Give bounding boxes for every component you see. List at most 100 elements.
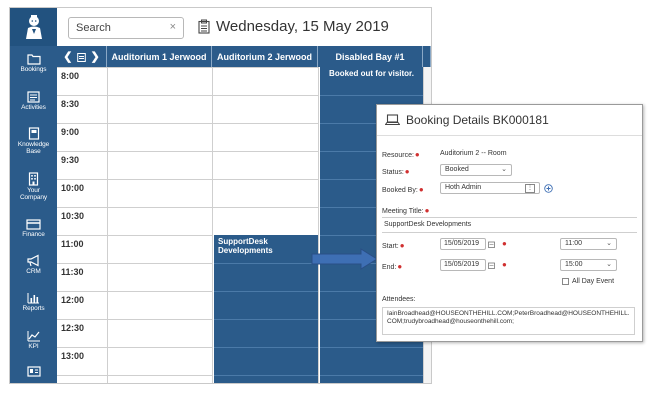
grid-cell[interactable] [108, 207, 212, 235]
booking-slot [320, 375, 423, 383]
time-slot [57, 375, 107, 383]
end-time-select[interactable]: 15:00 ⌄ [560, 259, 617, 271]
line-chart-icon [27, 331, 40, 342]
grid-cell[interactable] [108, 67, 212, 95]
sidebar-item-reports[interactable]: Reports [10, 292, 57, 312]
megaphone-icon [27, 254, 39, 267]
booking-block[interactable]: SupportDesk Developments [214, 235, 318, 383]
booking-slot [214, 291, 318, 319]
field-divider [382, 217, 637, 218]
resource-label: Resource:● [382, 150, 420, 159]
sidebar-item-bookings[interactable]: Bookings [10, 53, 57, 73]
required-marker: ● [502, 260, 507, 269]
grid-cell[interactable] [213, 67, 318, 95]
booking-details-dialog: Booking Details BK000181 Resource:● Audi… [376, 104, 643, 342]
required-marker: ● [424, 206, 430, 215]
bar-chart-icon [27, 293, 39, 304]
grid-cell[interactable] [108, 319, 212, 347]
chevron-down-icon: ⌄ [606, 240, 612, 247]
building-icon [28, 172, 39, 186]
time-label: 10:30 [61, 211, 85, 221]
grid-cell[interactable] [213, 123, 318, 151]
grid-cell[interactable] [108, 347, 212, 375]
search-input[interactable]: Search [76, 22, 111, 34]
start-time-select[interactable]: 11:00 ⌄ [560, 238, 617, 250]
time-slot: 12:00 [57, 291, 107, 319]
chevron-down-icon: ⌄ [606, 261, 612, 268]
booking-grid: ❮ ❯ Auditorium 1 Jerwood Auditorium 2 Je… [57, 46, 431, 383]
column-header[interactable]: Disabled Bay #1 [318, 46, 423, 67]
grid-cell[interactable] [108, 235, 212, 263]
grid-cell[interactable] [108, 179, 212, 207]
calendar-icon[interactable] [488, 262, 495, 269]
attendees-input[interactable]: IainBroadhead@HOUSEONTHEHILL.COM;PeterBr… [382, 307, 635, 335]
next-day-button[interactable]: ❯ [91, 50, 100, 63]
column-header[interactable]: Auditorium 1 Jerwood [107, 46, 212, 67]
time-label: 8:30 [61, 99, 80, 109]
column-header [423, 46, 431, 67]
sidebar-item-activities[interactable]: Activities [10, 91, 57, 111]
resource-column-auditorium-2: SupportDesk Developments [212, 67, 318, 383]
time-label: 11:00 [61, 239, 84, 249]
grid-cell[interactable] [108, 95, 212, 123]
time-slot: 8:30 [57, 95, 107, 123]
field-divider [382, 232, 637, 233]
time-label: 13:00 [61, 351, 85, 361]
sidebar-item-more[interactable] [10, 366, 57, 377]
grid-cell[interactable] [108, 291, 212, 319]
sidebar-item-crm[interactable]: CRM [10, 254, 57, 275]
end-date-input[interactable]: 15/05/2019 [440, 259, 486, 271]
end-time-value: 15:00 [565, 261, 583, 268]
column-header[interactable]: Auditorium 2 Jerwood [212, 46, 318, 67]
book-icon [28, 127, 39, 140]
start-date-input[interactable]: 15/05/2019 [440, 238, 486, 250]
time-slot: 9:30 [57, 151, 107, 179]
all-day-checkbox[interactable] [562, 278, 569, 285]
contact-card-icon[interactable]: ⋮ [525, 184, 535, 193]
dialog-divider [377, 135, 642, 136]
required-marker: ● [399, 241, 405, 250]
end-label: End:● [382, 262, 403, 271]
calendar-icon[interactable] [198, 19, 210, 34]
calendar-icon[interactable] [77, 52, 86, 62]
meeting-title-input[interactable]: SupportDesk Developments [384, 221, 471, 228]
logo[interactable] [10, 8, 57, 46]
add-circle-icon[interactable] [544, 184, 553, 193]
time-label: 12:00 [61, 295, 85, 305]
sidebar-item-your-company[interactable]: Your Company [10, 172, 57, 201]
status-select[interactable]: Booked ⌄ [440, 164, 512, 176]
grid-cell[interactable] [108, 151, 212, 179]
sidebar-item-label: Your Company [19, 187, 48, 201]
search-box[interactable]: Search × [68, 17, 184, 39]
required-marker: ● [397, 262, 403, 271]
booking-title: SupportDesk Developments [218, 237, 273, 255]
grid-cell[interactable] [213, 95, 318, 123]
resource-column-auditorium-1 [107, 67, 212, 383]
time-slot: 13:00 [57, 347, 107, 375]
dialog-title: Booking Details BK000181 [385, 113, 549, 127]
sidebar: Bookings Activities Knowledge Base Your … [10, 8, 57, 383]
grid-cell[interactable] [108, 263, 212, 291]
sidebar-item-knowledge-base[interactable]: Knowledge Base [10, 127, 57, 155]
folder-icon [26, 54, 41, 65]
prev-day-button[interactable]: ❮ [63, 50, 72, 63]
grid-cell[interactable] [108, 375, 212, 383]
required-marker: ● [414, 150, 420, 159]
time-label: 9:30 [61, 155, 80, 165]
close-icon[interactable]: × [170, 21, 176, 33]
grid-cell[interactable] [213, 179, 318, 207]
required-marker: ● [404, 167, 410, 176]
sidebar-item-label: Reports [22, 305, 45, 312]
grid-cell[interactable] [108, 123, 212, 151]
grid-cell[interactable] [213, 207, 318, 235]
all-day-label: All Day Event [572, 278, 615, 285]
calendar-icon[interactable] [488, 241, 495, 248]
resource-value: Auditorium 2 -- Room [440, 150, 507, 157]
time-slot: 10:00 [57, 179, 107, 207]
time-label: 8:00 [61, 71, 80, 81]
sidebar-item-finance[interactable]: Finance [10, 219, 57, 238]
booked-by-field[interactable]: Hoth Admin ⋮ [440, 182, 540, 194]
sidebar-item-kpi[interactable]: KPI [10, 330, 57, 350]
grid-cell[interactable] [213, 151, 318, 179]
booked-by-label: Booked By:● [382, 185, 424, 194]
